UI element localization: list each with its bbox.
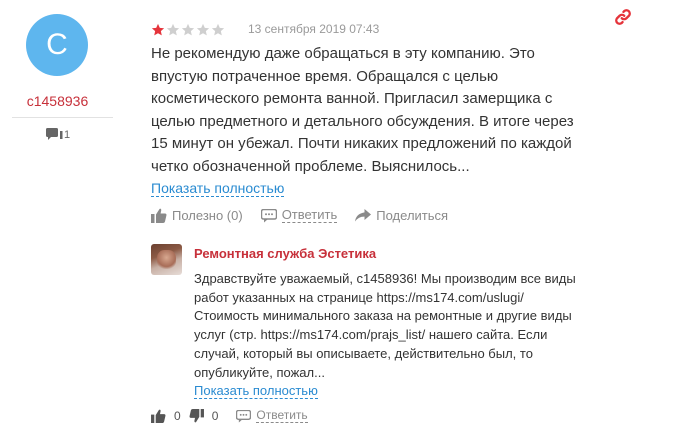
reply-line: работ указанных на странице https://ms17… bbox=[194, 289, 524, 305]
star-filled-icon bbox=[151, 23, 165, 36]
share-arrow-icon bbox=[355, 209, 372, 222]
review-line: Не рекомендую даже обращаться в эту комп… bbox=[151, 45, 535, 62]
useful-label: Полезно (0) bbox=[172, 208, 243, 223]
dislike-count: 0 bbox=[211, 409, 219, 423]
like-count: 0 bbox=[174, 409, 181, 423]
share-label: Поделиться bbox=[376, 208, 449, 223]
reply-to-reply-label: Ответить bbox=[256, 408, 308, 423]
review-line: 15 минут он убежал. Почти никаких предло… bbox=[151, 135, 572, 153]
review-line: впустую потраченное время. Обращался с ц… bbox=[151, 67, 499, 85]
reply-button[interactable]: Ответить bbox=[260, 207, 338, 223]
star-empty-icon bbox=[196, 23, 210, 36]
reply-line: случай, который вы описываете, действите… bbox=[194, 345, 533, 361]
show-more-review-link[interactable]: Показать полностью bbox=[151, 180, 285, 197]
link-icon[interactable] bbox=[613, 7, 633, 27]
review-line: четко обозначенной проблеме. Выяснилось.… bbox=[151, 157, 470, 175]
review-actions: Полезно (0) Ответить Поделиться bbox=[151, 208, 448, 223]
thumbs-down-icon bbox=[189, 409, 204, 423]
star-empty-icon bbox=[166, 23, 180, 36]
author-avatar[interactable]: C bbox=[26, 14, 88, 76]
reply-line: Стоимость минимального заказа на ремонтн… bbox=[194, 308, 572, 324]
review-line: косметического ремонта ванной. Пригласил… bbox=[151, 90, 553, 108]
star-empty-icon bbox=[181, 23, 195, 36]
company-avatar[interactable] bbox=[151, 244, 182, 275]
rating-stars bbox=[151, 23, 225, 37]
comment-icon bbox=[260, 208, 277, 222]
reply-line: Здравствуйте уважаемый, с1458936! Мы про… bbox=[194, 271, 576, 286]
author-divider bbox=[12, 117, 113, 118]
reply-line: услуг (стр. https://ms174.com/prajs_list… bbox=[194, 327, 548, 343]
thumbs-up-icon bbox=[151, 208, 167, 223]
comment-icon bbox=[236, 409, 252, 423]
author-name[interactable]: c1458936 bbox=[0, 93, 115, 109]
reply-actions: 0 0 Ответить bbox=[151, 409, 308, 423]
review-line: целью предметного и детального обсуждени… bbox=[151, 112, 574, 130]
show-more-reply-link[interactable]: Показать полностью bbox=[194, 383, 318, 399]
thumbs-up-icon bbox=[151, 409, 166, 423]
reply-text: Здравствуйте уважаемый, с1458936! Мы про… bbox=[194, 270, 614, 382]
comments-count: 1 bbox=[64, 129, 71, 141]
reply-to-reply-button[interactable]: Ответить bbox=[236, 408, 308, 423]
dislike-button[interactable]: 0 bbox=[189, 409, 219, 423]
share-button[interactable]: Поделиться bbox=[355, 208, 448, 223]
reply-company-name[interactable]: Ремонтная служба Эстетика bbox=[194, 246, 376, 261]
useful-button[interactable]: Полезно (0) bbox=[151, 208, 243, 223]
star-empty-icon bbox=[211, 23, 225, 36]
review-date: 13 сентября 2019 07:43 bbox=[248, 22, 380, 36]
reply-label: Ответить bbox=[281, 207, 338, 223]
reply-line: опубликуйте, пожал... bbox=[194, 364, 325, 380]
review-text: Не рекомендую даже обращаться в эту комп… bbox=[151, 43, 621, 179]
author-comments: 1 bbox=[46, 127, 70, 141]
like-button[interactable]: 0 bbox=[151, 409, 181, 423]
comments-icon bbox=[46, 128, 63, 140]
